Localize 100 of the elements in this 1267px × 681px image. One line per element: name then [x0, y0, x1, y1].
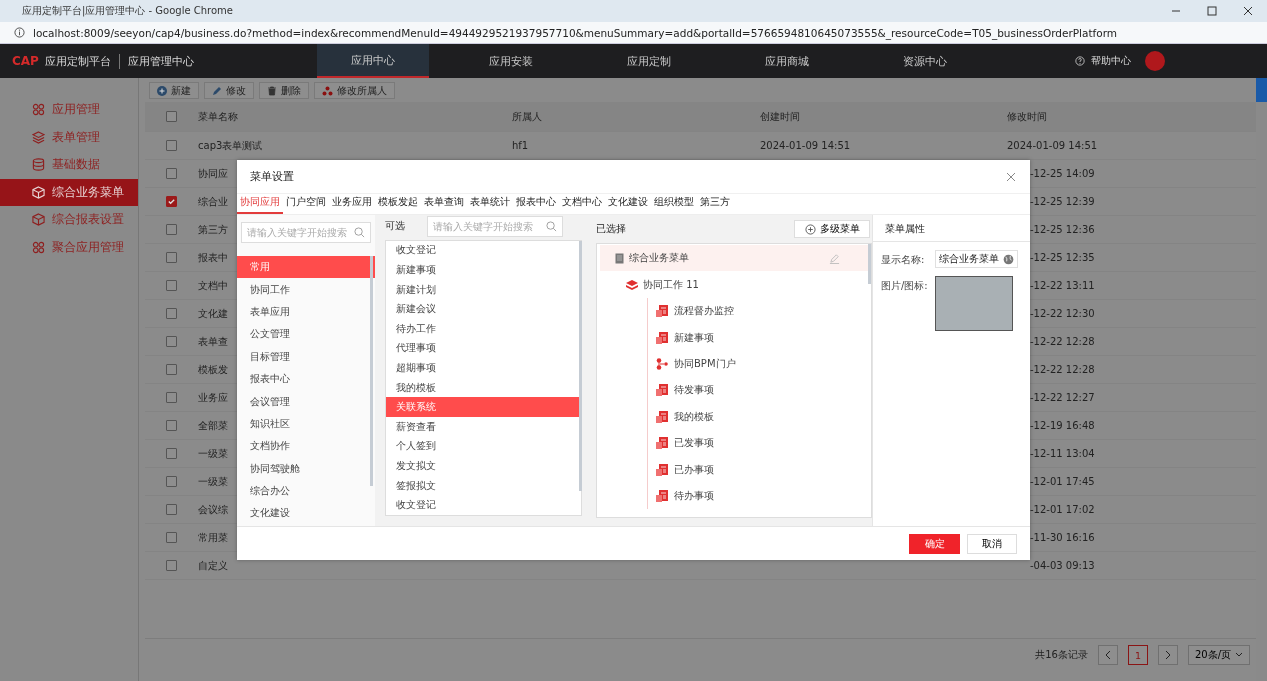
checkbox[interactable]: [166, 111, 177, 122]
menu-item[interactable]: 签报拟文: [386, 475, 581, 496]
add-menu-button[interactable]: 多级菜单: [794, 220, 870, 238]
app-icon: [656, 437, 668, 450]
globe-icon[interactable]: [1003, 253, 1014, 265]
checkbox[interactable]: [166, 308, 177, 319]
category-tab[interactable]: 表单统计: [467, 195, 513, 214]
category-item[interactable]: 目标管理: [237, 345, 375, 368]
page-size-select[interactable]: 20条/页: [1187, 645, 1250, 665]
checkbox[interactable]: [166, 252, 177, 263]
category-tab[interactable]: 文化建设: [605, 195, 651, 214]
tree-node[interactable]: 我的模板: [674, 409, 714, 424]
category-tab[interactable]: 组织模型: [651, 195, 697, 214]
category-item[interactable]: 表单应用: [237, 300, 375, 324]
category-tab[interactable]: 文档中心: [559, 195, 605, 214]
category-tab[interactable]: 报表中心: [513, 195, 559, 214]
toolbar-button[interactable]: 新建: [149, 82, 199, 99]
category-tab[interactable]: 第三方: [697, 195, 733, 214]
nav-tab[interactable]: 应用安装: [454, 44, 567, 78]
tree-node[interactable]: 已发事项: [674, 436, 714, 451]
checkbox[interactable]: [166, 392, 177, 403]
name-field[interactable]: 综合业务菜单: [935, 250, 1018, 268]
checkbox[interactable]: [166, 420, 177, 431]
scrollbar-thumb[interactable]: [868, 244, 871, 284]
category-item[interactable]: 知识社区: [237, 412, 375, 436]
category-item[interactable]: 协同工作: [237, 278, 375, 301]
menu-item[interactable]: 收文登记: [386, 240, 581, 261]
menu-item[interactable]: 收文登记: [386, 495, 581, 515]
tree-node[interactable]: 已办事项: [674, 462, 714, 477]
help-icon[interactable]: [1074, 56, 1085, 66]
category-item[interactable]: 协同驾驶舱: [237, 457, 375, 480]
category-tab[interactable]: 表单查询: [421, 195, 467, 214]
checkbox[interactable]: [166, 448, 177, 459]
checkbox[interactable]: [166, 532, 177, 543]
checkbox[interactable]: [166, 560, 177, 571]
category-tab[interactable]: 业务应用: [329, 195, 375, 214]
nav-tab[interactable]: 应用商城: [730, 44, 843, 78]
checkbox[interactable]: [166, 168, 177, 179]
menu-item[interactable]: 新建会议: [386, 299, 581, 320]
avatar-icon[interactable]: [1144, 51, 1165, 71]
menu-item[interactable]: 薪资查看: [386, 417, 581, 437]
info-icon[interactable]: [14, 27, 25, 38]
category-item[interactable]: 综合办公: [237, 479, 375, 503]
menu-item[interactable]: 发文拟文: [386, 456, 581, 476]
nav-tab[interactable]: 应用中心: [316, 44, 429, 78]
toolbar-button[interactable]: 修改: [204, 82, 254, 99]
tree-node[interactable]: 新建事项: [674, 330, 714, 345]
scrollbar-thumb[interactable]: [1256, 78, 1267, 102]
menu-item[interactable]: 超期事项: [386, 358, 581, 378]
help-link[interactable]: 帮助中心: [1090, 54, 1131, 68]
category-tab[interactable]: 模板发起: [375, 195, 421, 214]
column-header: 菜单名称: [198, 109, 239, 124]
previous-page-button[interactable]: [1097, 645, 1118, 665]
category-item[interactable]: 公文管理: [237, 323, 375, 346]
toolbar-button[interactable]: 删除: [259, 82, 309, 99]
checkbox[interactable]: [166, 476, 177, 487]
category-item[interactable]: 会议管理: [237, 390, 375, 413]
checkbox[interactable]: [166, 140, 177, 151]
checkbox[interactable]: [166, 196, 177, 207]
menu-item[interactable]: 新建事项: [386, 260, 581, 280]
table-cell: cap3表单测试: [198, 139, 263, 151]
tree-node[interactable]: 协同工作 11: [643, 277, 699, 292]
menu-item[interactable]: 我的模板: [386, 377, 581, 398]
search-field[interactable]: 请输入关键字开始搜索: [427, 215, 563, 237]
category-item[interactable]: 文化建设: [237, 502, 375, 525]
scrollbar-thumb[interactable]: [370, 256, 373, 486]
confirm-button[interactable]: 确定: [909, 533, 960, 554]
tree-node[interactable]: 待办事项: [674, 488, 714, 503]
tree-node[interactable]: 待发事项: [674, 383, 714, 398]
app-icon: [656, 305, 668, 318]
category-item[interactable]: 文档协作: [237, 435, 375, 458]
menu-item[interactable]: 代理事项: [386, 338, 581, 359]
nav-tab[interactable]: 资源中心: [868, 44, 981, 78]
column-header: 所属人: [512, 109, 543, 124]
table-cell: 文化建: [198, 307, 228, 319]
toolbar-button[interactable]: 修改所属人: [314, 82, 395, 99]
checkbox[interactable]: [166, 336, 177, 347]
checkbox[interactable]: [166, 364, 177, 375]
menu-item[interactable]: 待办工作: [386, 319, 581, 339]
nav-tab[interactable]: 应用定制: [592, 44, 705, 78]
cancel-button[interactable]: 取消: [967, 533, 1017, 554]
checkbox[interactable]: [166, 224, 177, 235]
next-page-button[interactable]: [1157, 645, 1178, 665]
checkbox[interactable]: [166, 280, 177, 291]
menu-item[interactable]: 个人签到: [386, 436, 581, 457]
search-field[interactable]: 请输入关键字开始搜索: [241, 222, 371, 243]
scrollbar-thumb[interactable]: [579, 240, 582, 491]
menu-item[interactable]: 新建计划: [386, 279, 581, 300]
tree-node[interactable]: 协同BPM门户: [674, 356, 736, 371]
category-item[interactable]: 报表中心: [237, 367, 375, 391]
checkbox[interactable]: [166, 504, 177, 515]
sidebar-item[interactable]: 综合业务菜单: [0, 178, 138, 206]
grid-icon: [32, 240, 45, 254]
tree-node[interactable]: 综合业务菜单: [629, 251, 689, 265]
maximize-icon[interactable]: [1207, 6, 1217, 16]
category-tab[interactable]: 门户空间: [283, 195, 329, 214]
tree-node[interactable]: 流程督办监控: [674, 304, 734, 319]
pencil-icon[interactable]: [829, 252, 840, 264]
photo-placeholder[interactable]: [935, 276, 1013, 331]
close-icon[interactable]: [1243, 6, 1253, 16]
